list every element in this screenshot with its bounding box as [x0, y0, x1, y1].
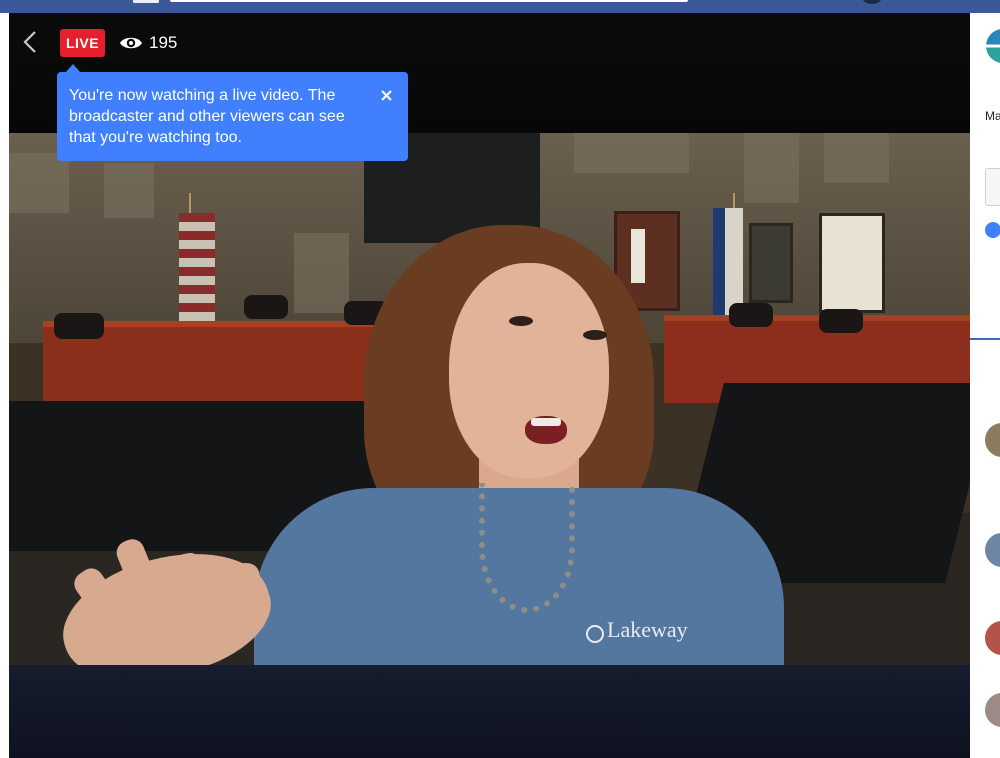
door-window: [631, 229, 645, 283]
facebook-top-bar: [0, 0, 1000, 13]
tooltip-close-button[interactable]: [377, 86, 395, 104]
close-icon: [380, 89, 392, 101]
comments-sidebar: Ma res: [970, 13, 1000, 758]
tooltip-message: You're now watching a live video. The br…: [69, 87, 345, 146]
presenter-necklace: [479, 483, 575, 613]
search-input[interactable]: [170, 0, 688, 2]
player-bottom-letterbox: [9, 665, 970, 758]
commenter-avatar[interactable]: [985, 693, 1000, 727]
wall-panel: [294, 233, 349, 313]
live-notice-tooltip: You're now watching a live video. The br…: [57, 72, 408, 161]
presenter-eye: [583, 330, 607, 340]
chair: [819, 309, 863, 333]
texas-flag: [713, 208, 743, 318]
framed-picture: [749, 223, 793, 303]
presenter-face: [449, 263, 609, 478]
chair: [54, 313, 104, 339]
shirt-logo-text: Lakeway: [607, 617, 688, 642]
back-button[interactable]: [19, 28, 41, 56]
viewer-count: 195: [149, 33, 178, 52]
wall-panel: [104, 163, 154, 218]
eye-icon: [120, 37, 142, 49]
chair: [244, 295, 288, 319]
presenter-eye: [509, 316, 533, 326]
video-frame[interactable]: Lakeway: [9, 133, 970, 665]
commenter-avatar[interactable]: [985, 621, 1000, 655]
wall-panel: [9, 153, 69, 213]
sidebar-divider: [970, 338, 1000, 340]
page-edge: [0, 13, 9, 758]
framed-map: [819, 213, 885, 313]
wall-panel: [824, 133, 889, 183]
chair: [729, 303, 773, 327]
chevron-left-icon: [23, 31, 36, 53]
post-description: Ma res: [985, 109, 1000, 123]
commenter-avatar[interactable]: [985, 423, 1000, 457]
profile-avatar[interactable]: [862, 0, 882, 4]
facebook-logo[interactable]: [133, 0, 159, 3]
us-flag: [179, 213, 215, 323]
viewer-counter: 195: [119, 31, 177, 55]
shirt-logo-icon: [586, 625, 604, 643]
live-badge: LIVE: [60, 29, 105, 57]
wall-panel: [574, 133, 689, 173]
presenter-teeth: [531, 418, 561, 426]
wall-panel: [744, 133, 799, 203]
action-button[interactable]: [985, 168, 1000, 206]
page-avatar[interactable]: [986, 29, 1000, 63]
commenter-avatar[interactable]: [985, 533, 1000, 567]
like-icon: [985, 222, 1000, 238]
